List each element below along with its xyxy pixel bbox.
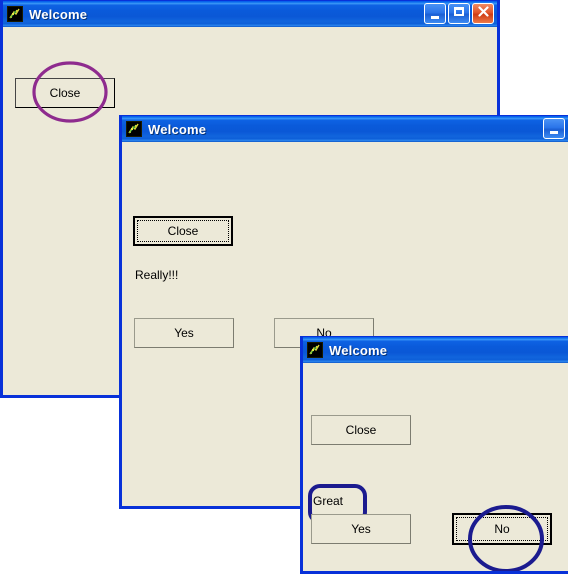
minimize-icon[interactable] bbox=[424, 3, 446, 24]
caption-buttons-1 bbox=[424, 3, 494, 24]
tk-feather-icon bbox=[126, 121, 142, 137]
titlebar-3[interactable]: Welcome bbox=[303, 336, 568, 363]
minimize-icon[interactable] bbox=[543, 118, 565, 139]
tk-feather-icon bbox=[307, 342, 323, 358]
no-button[interactable]: No bbox=[452, 513, 552, 545]
window-title-1: Welcome bbox=[29, 6, 88, 22]
close-x-icon[interactable] bbox=[472, 3, 494, 24]
great-label: Great bbox=[313, 494, 344, 508]
titlebar-2[interactable]: Welcome bbox=[122, 115, 568, 142]
client-area-3: Close Great Yes No bbox=[303, 363, 568, 571]
maximize-icon[interactable] bbox=[448, 3, 470, 24]
really-label: Really!!! bbox=[135, 268, 179, 282]
yes-button[interactable]: Yes bbox=[311, 514, 411, 544]
close-button[interactable]: Close bbox=[311, 415, 411, 445]
yes-button-label: Yes bbox=[174, 326, 194, 340]
window-welcome-3[interactable]: Welcome Close Great Yes No bbox=[300, 336, 568, 574]
titlebar-1[interactable]: Welcome bbox=[3, 0, 497, 27]
close-button[interactable]: Close bbox=[133, 216, 233, 246]
no-button-label: No bbox=[494, 522, 510, 536]
close-button[interactable]: Close bbox=[15, 78, 115, 108]
yes-button-label: Yes bbox=[351, 522, 371, 536]
window-title-3: Welcome bbox=[329, 342, 388, 358]
tk-feather-icon bbox=[7, 6, 23, 22]
close-button-label: Close bbox=[49, 86, 81, 100]
caption-buttons-2 bbox=[543, 118, 565, 139]
close-button-label: Close bbox=[345, 423, 377, 437]
window-title-2: Welcome bbox=[148, 121, 207, 137]
close-button-label: Close bbox=[167, 224, 199, 238]
yes-button[interactable]: Yes bbox=[134, 318, 234, 348]
